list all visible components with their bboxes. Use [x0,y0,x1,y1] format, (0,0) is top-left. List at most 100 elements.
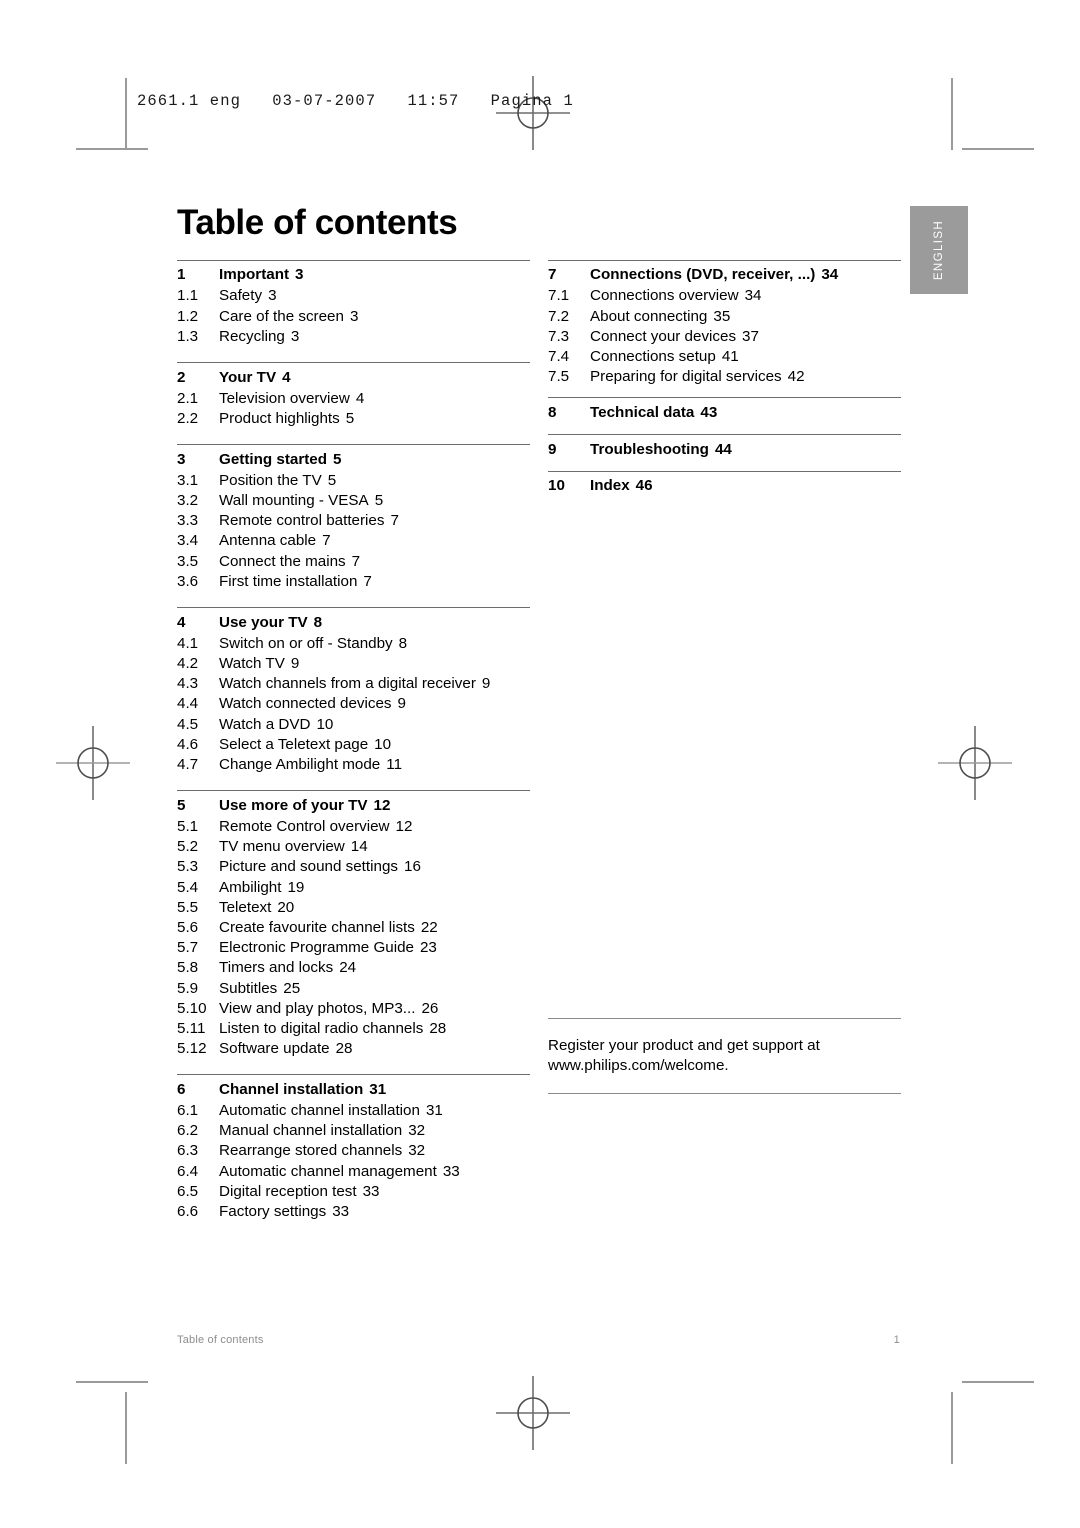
toc-entry-title: Connections setup 41 [590,348,739,366]
toc-entry-page: 23 [419,939,437,957]
toc-entry-page: 8 [313,613,323,631]
toc-entry-teletext[interactable]: 5.5 Teletext 20 [177,898,530,918]
toc-entry-rearrange-stored-channels[interactable]: 6.3 Rearrange stored channels 32 [177,1141,530,1161]
toc-section-troubleshooting[interactable]: 9 Troubleshooting 44 [548,435,901,461]
toc-entry-title: Troubleshooting 44 [590,440,732,458]
toc-entry-preparing-for-digital-services[interactable]: 7.5 Preparing for digital services 42 [548,367,901,387]
toc-entry-wall-mounting-vesa[interactable]: 3.2 Wall mounting - VESA 5 [177,491,530,511]
toc-entry-safety[interactable]: 1.1 Safety 3 [177,286,530,306]
toc-entry-title: Software update 28 [219,1040,353,1058]
toc-entry-number: 1.1 [177,287,199,305]
toc-entry-page: 3 [268,287,277,305]
toc-entry-page: 11 [386,756,403,774]
toc-entry-digital-reception-test[interactable]: 6.5 Digital reception test 33 [177,1182,530,1202]
toc-entry-factory-settings[interactable]: 6.6 Factory settings 33 [177,1202,530,1222]
footer-left-label: Table of contents [177,1334,264,1346]
toc-section-gap [177,1059,530,1074]
toc-entry-number: 6.1 [177,1102,199,1120]
toc-entry-software-update[interactable]: 5.12 Software update 28 [177,1039,530,1059]
toc-entry-number: 2.1 [177,389,199,407]
toc-entry-title: Antenna cable 7 [219,532,331,550]
toc-entry-electronic-programme-guide[interactable]: 5.7 Electronic Programme Guide 23 [177,938,530,958]
toc-entry-number: 2 [177,368,186,386]
toc-entry-view-and-play-photos-mp3[interactable]: 5.10 View and play photos, MP3... 26 [177,999,530,1019]
toc-entry-connect-your-devices[interactable]: 7.3 Connect your devices 37 [548,327,901,347]
toc-entry-manual-channel-installation[interactable]: 6.2 Manual channel installation 32 [177,1121,530,1141]
toc-entry-title: Factory settings 33 [219,1203,350,1221]
toc-entry-page: 25 [283,979,301,997]
toc-entry-position-the-tv[interactable]: 3.1 Position the TV 5 [177,471,530,491]
toc-section-block: 6 Channel installation 31 6.1 Automatic chan… [177,1075,530,1222]
toc-entry-automatic-channel-installation[interactable]: 6.1 Automatic channel installation 31 [177,1101,530,1121]
page-title: Table of contents [177,203,458,242]
toc-section-index[interactable]: 10 Index 46 [548,472,901,498]
toc-section-use-more-of-your-tv[interactable]: 5 Use more of your TV 12 [177,791,530,817]
toc-entry-title: Important 3 [219,266,304,284]
toc-entry-number: 5.4 [177,878,199,896]
toc-entry-tv-menu-overview[interactable]: 5.2 TV menu overview 14 [177,837,530,857]
toc-section-connections-dvd-receiver[interactable]: 7 Connections (DVD, receiver, ...) 34 [548,261,901,287]
toc-entry-page: 20 [277,898,295,916]
toc-entry-watch-channels-from-a-digital-receiver[interactable]: 4.3 Watch channels from a digital receive… [177,674,530,694]
toc-entry-page: 34 [821,266,839,284]
toc-entry-first-time-installation[interactable]: 3.6 First time installation 7 [177,572,530,592]
toc-entry-page: 33 [332,1203,350,1221]
toc-section-gap [177,775,530,790]
toc-entry-watch-a-dvd[interactable]: 4.5 Watch a DVD 10 [177,715,530,735]
toc-entry-connections-setup[interactable]: 7.4 Connections setup 41 [548,347,901,367]
toc-entry-ambilight[interactable]: 5.4 Ambilight 19 [177,878,530,898]
toc-section-important[interactable]: 1 Important 3 [177,261,530,287]
toc-entry-watch-connected-devices[interactable]: 4.4 Watch connected devices 9 [177,694,530,714]
toc-entry-title: Ambilight 19 [219,878,305,896]
toc-section-getting-started[interactable]: 3 Getting started 5 [177,445,530,471]
toc-entry-page: 26 [421,999,439,1017]
toc-entry-create-favourite-channel-lists[interactable]: 5.6 Create favourite channel lists 22 [177,918,530,938]
toc-section-your-tv[interactable]: 2 Your TV 4 [177,363,530,389]
toc-entry-watch-tv[interactable]: 4.2 Watch TV 9 [177,654,530,674]
toc-entry-remote-control-overview[interactable]: 5.1 Remote Control overview 12 [177,817,530,837]
toc-entry-number: 7.2 [548,307,570,325]
toc-entry-remote-control-batteries[interactable]: 3.3 Remote control batteries 7 [177,511,530,531]
toc-entry-about-connecting[interactable]: 7.2 About connecting 35 [548,307,901,327]
toc-section-use-your-tv[interactable]: 4 Use your TV 8 [177,608,530,634]
toc-entry-page: 12 [395,817,413,835]
toc-entry-timers-and-locks[interactable]: 5.8 Timers and locks 24 [177,958,530,978]
toc-section-gap [548,424,901,434]
toc-entry-listen-to-digital-radio-channels[interactable]: 5.11 Listen to digital radio channels 28 [177,1019,530,1039]
toc-entry-page: 7 [363,572,372,590]
toc-entry-subtitles[interactable]: 5.9 Subtitles 25 [177,979,530,999]
toc-entry-number: 5.1 [177,817,199,835]
toc-entry-page: 37 [742,327,759,345]
toc-entry-number: 5.2 [177,838,199,856]
toc-entry-automatic-channel-management[interactable]: 6.4 Automatic channel management 33 [177,1162,530,1182]
toc-entry-picture-and-sound-settings[interactable]: 5.3 Picture and sound settings 16 [177,857,530,877]
registration-mark-bottom-center [496,1376,570,1450]
toc-entry-page: 3 [349,307,359,325]
toc-entry-switch-on-or-off-standby[interactable]: 4.1 Switch on or off - Standby 8 [177,634,530,654]
toc-entry-number: 5.11 [177,1019,206,1037]
crop-mark-top-left-vertical [125,78,127,150]
toc-entry-number: 6 [177,1080,186,1098]
toc-entry-number: 5.12 [177,1040,207,1058]
toc-entry-connect-the-mains[interactable]: 3.5 Connect the mains 7 [177,552,530,572]
toc-section-channel-installation[interactable]: 6 Channel installation 31 [177,1075,530,1101]
toc-section-block: 2 Your TV 4 2.1 Television overview 4 2.2 Produ… [177,363,530,429]
toc-entry-title: Switch on or off - Standby 8 [219,634,408,652]
toc-section-gap [177,429,530,444]
toc-entry-page: 3 [290,327,300,345]
toc-entry-care-of-the-screen[interactable]: 1.2 Care of the screen 3 [177,307,530,327]
toc-entry-change-ambilight-mode[interactable]: 4.7 Change Ambilight mode 11 [177,755,530,775]
toc-entry-antenna-cable[interactable]: 3.4 Antenna cable 7 [177,531,530,551]
toc-entry-recycling[interactable]: 1.3 Recycling 3 [177,327,530,347]
toc-page: Table of contents 1 Important 3 1.1 Safety 3 1… [177,203,901,1222]
crop-mark-bottom-left-vertical [125,1392,127,1464]
toc-entry-connections-overview[interactable]: 7.1 Connections overview 34 [548,286,901,306]
toc-entry-title: Watch channels from a digital receiver 9 [219,675,491,693]
toc-entry-number: 7.3 [548,327,570,345]
language-tab-label: ENGLISH [933,219,945,281]
toc-entry-product-highlights[interactable]: 2.2 Product highlights 5 [177,409,530,429]
toc-entry-television-overview[interactable]: 2.1 Television overview 4 [177,389,530,409]
toc-entry-select-a-teletext-page[interactable]: 4.6 Select a Teletext page 10 [177,735,530,755]
toc-entry-number: 6.2 [177,1122,199,1140]
toc-section-technical-data[interactable]: 8 Technical data 43 [548,398,901,424]
